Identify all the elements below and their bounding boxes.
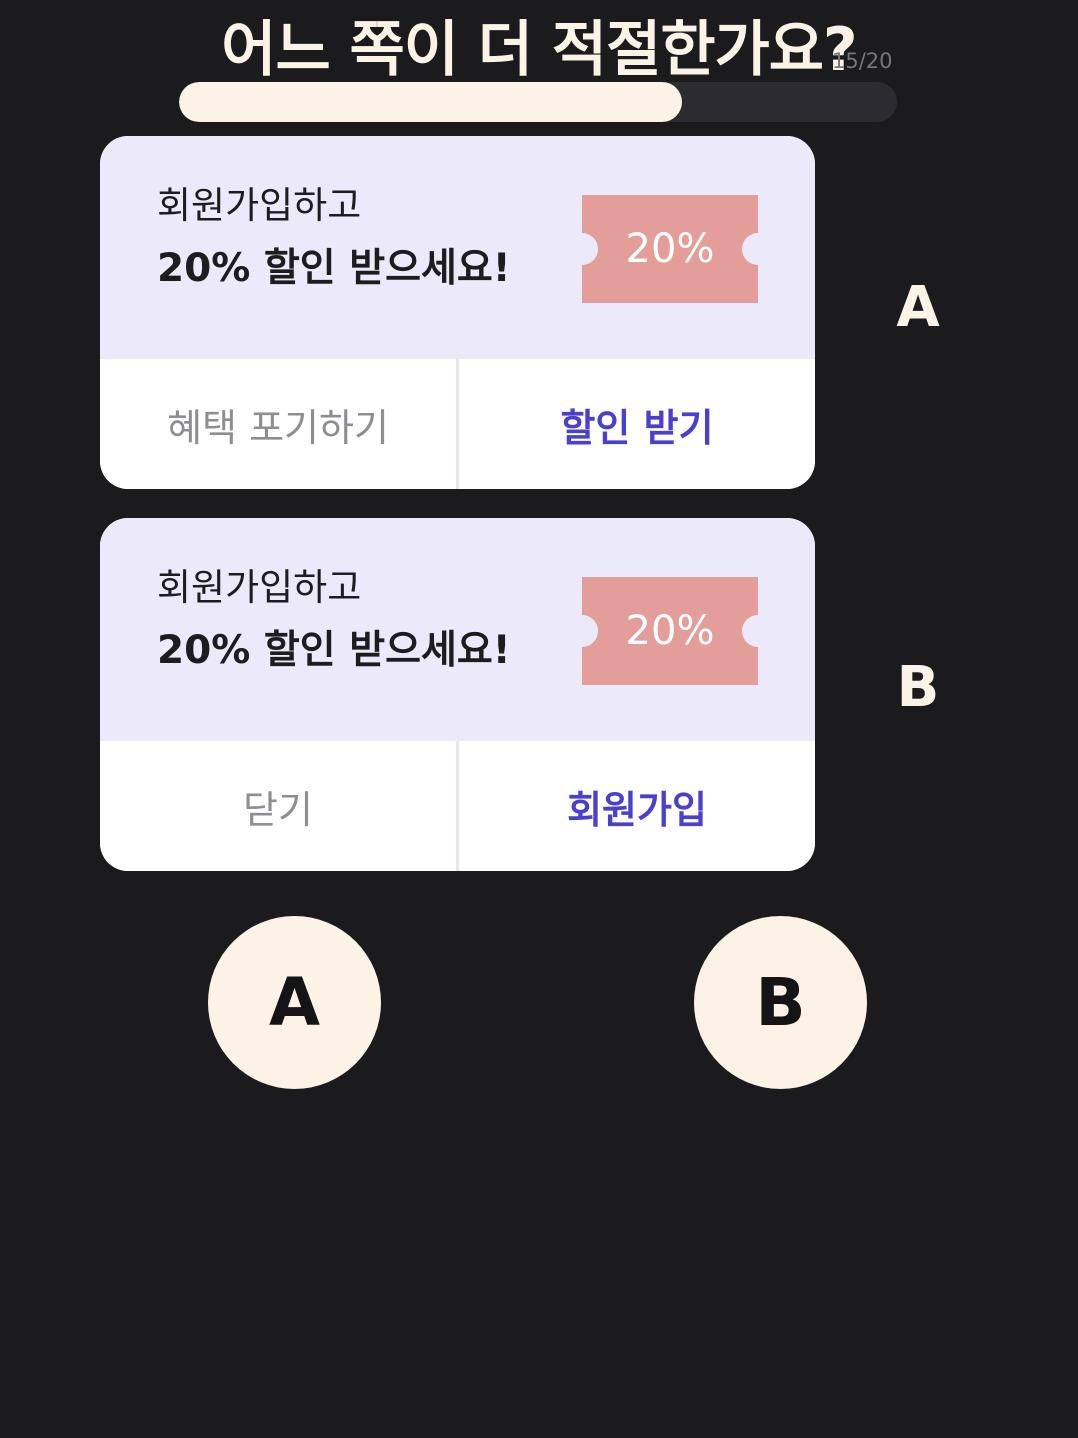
option-b-signup-button[interactable]: 회원가입 bbox=[459, 741, 815, 871]
progress-fill bbox=[179, 82, 682, 122]
quiz-screen: 어느 쪽이 더 적절한가요? 15/20 회원가입하고 20% 할인 받으세요!… bbox=[0, 0, 1078, 1438]
coupon-notch-left bbox=[566, 233, 598, 265]
option-a-line2: 20% 할인 받으세요! bbox=[157, 246, 511, 291]
choose-b-button[interactable]: B bbox=[694, 916, 867, 1089]
coupon-notch-right bbox=[742, 615, 774, 647]
option-b-label: B bbox=[896, 655, 940, 720]
question-counter: 15/20 bbox=[832, 49, 893, 73]
option-a-decline-button[interactable]: 혜택 포기하기 bbox=[100, 359, 459, 489]
option-b-coupon-text: 20% bbox=[625, 608, 715, 654]
option-a-buttons: 혜택 포기하기 할인 받기 bbox=[100, 359, 815, 489]
progress-bar bbox=[179, 82, 897, 122]
choose-a-button[interactable]: A bbox=[208, 916, 381, 1089]
option-a-label: A bbox=[896, 275, 940, 340]
option-b-card: 회원가입하고 20% 할인 받으세요! 20% 닫기 회원가입 bbox=[100, 518, 815, 871]
option-a-line1: 회원가입하고 bbox=[157, 184, 362, 227]
option-a-coupon-ticket: 20% bbox=[566, 195, 774, 303]
option-b-message: 회원가입하고 20% 할인 받으세요! bbox=[157, 566, 511, 674]
coupon-notch-right bbox=[742, 233, 774, 265]
option-b-coupon-ticket: 20% bbox=[566, 577, 774, 685]
option-a-accept-button[interactable]: 할인 받기 bbox=[459, 359, 815, 489]
option-a-coupon-text: 20% bbox=[625, 226, 715, 272]
option-b-close-button[interactable]: 닫기 bbox=[100, 741, 459, 871]
option-b-banner: 회원가입하고 20% 할인 받으세요! 20% bbox=[100, 518, 815, 741]
option-a-banner: 회원가입하고 20% 할인 받으세요! 20% bbox=[100, 136, 815, 359]
coupon-notch-left bbox=[566, 615, 598, 647]
option-b-line2: 20% 할인 받으세요! bbox=[157, 628, 511, 673]
option-a-card: 회원가입하고 20% 할인 받으세요! 20% 혜택 포기하기 할인 받기 bbox=[100, 136, 815, 489]
option-a-message: 회원가입하고 20% 할인 받으세요! bbox=[157, 184, 511, 292]
question-title: 어느 쪽이 더 적절한가요? bbox=[221, 15, 857, 85]
option-b-line1: 회원가입하고 bbox=[157, 566, 362, 609]
option-b-buttons: 닫기 회원가입 bbox=[100, 741, 815, 871]
